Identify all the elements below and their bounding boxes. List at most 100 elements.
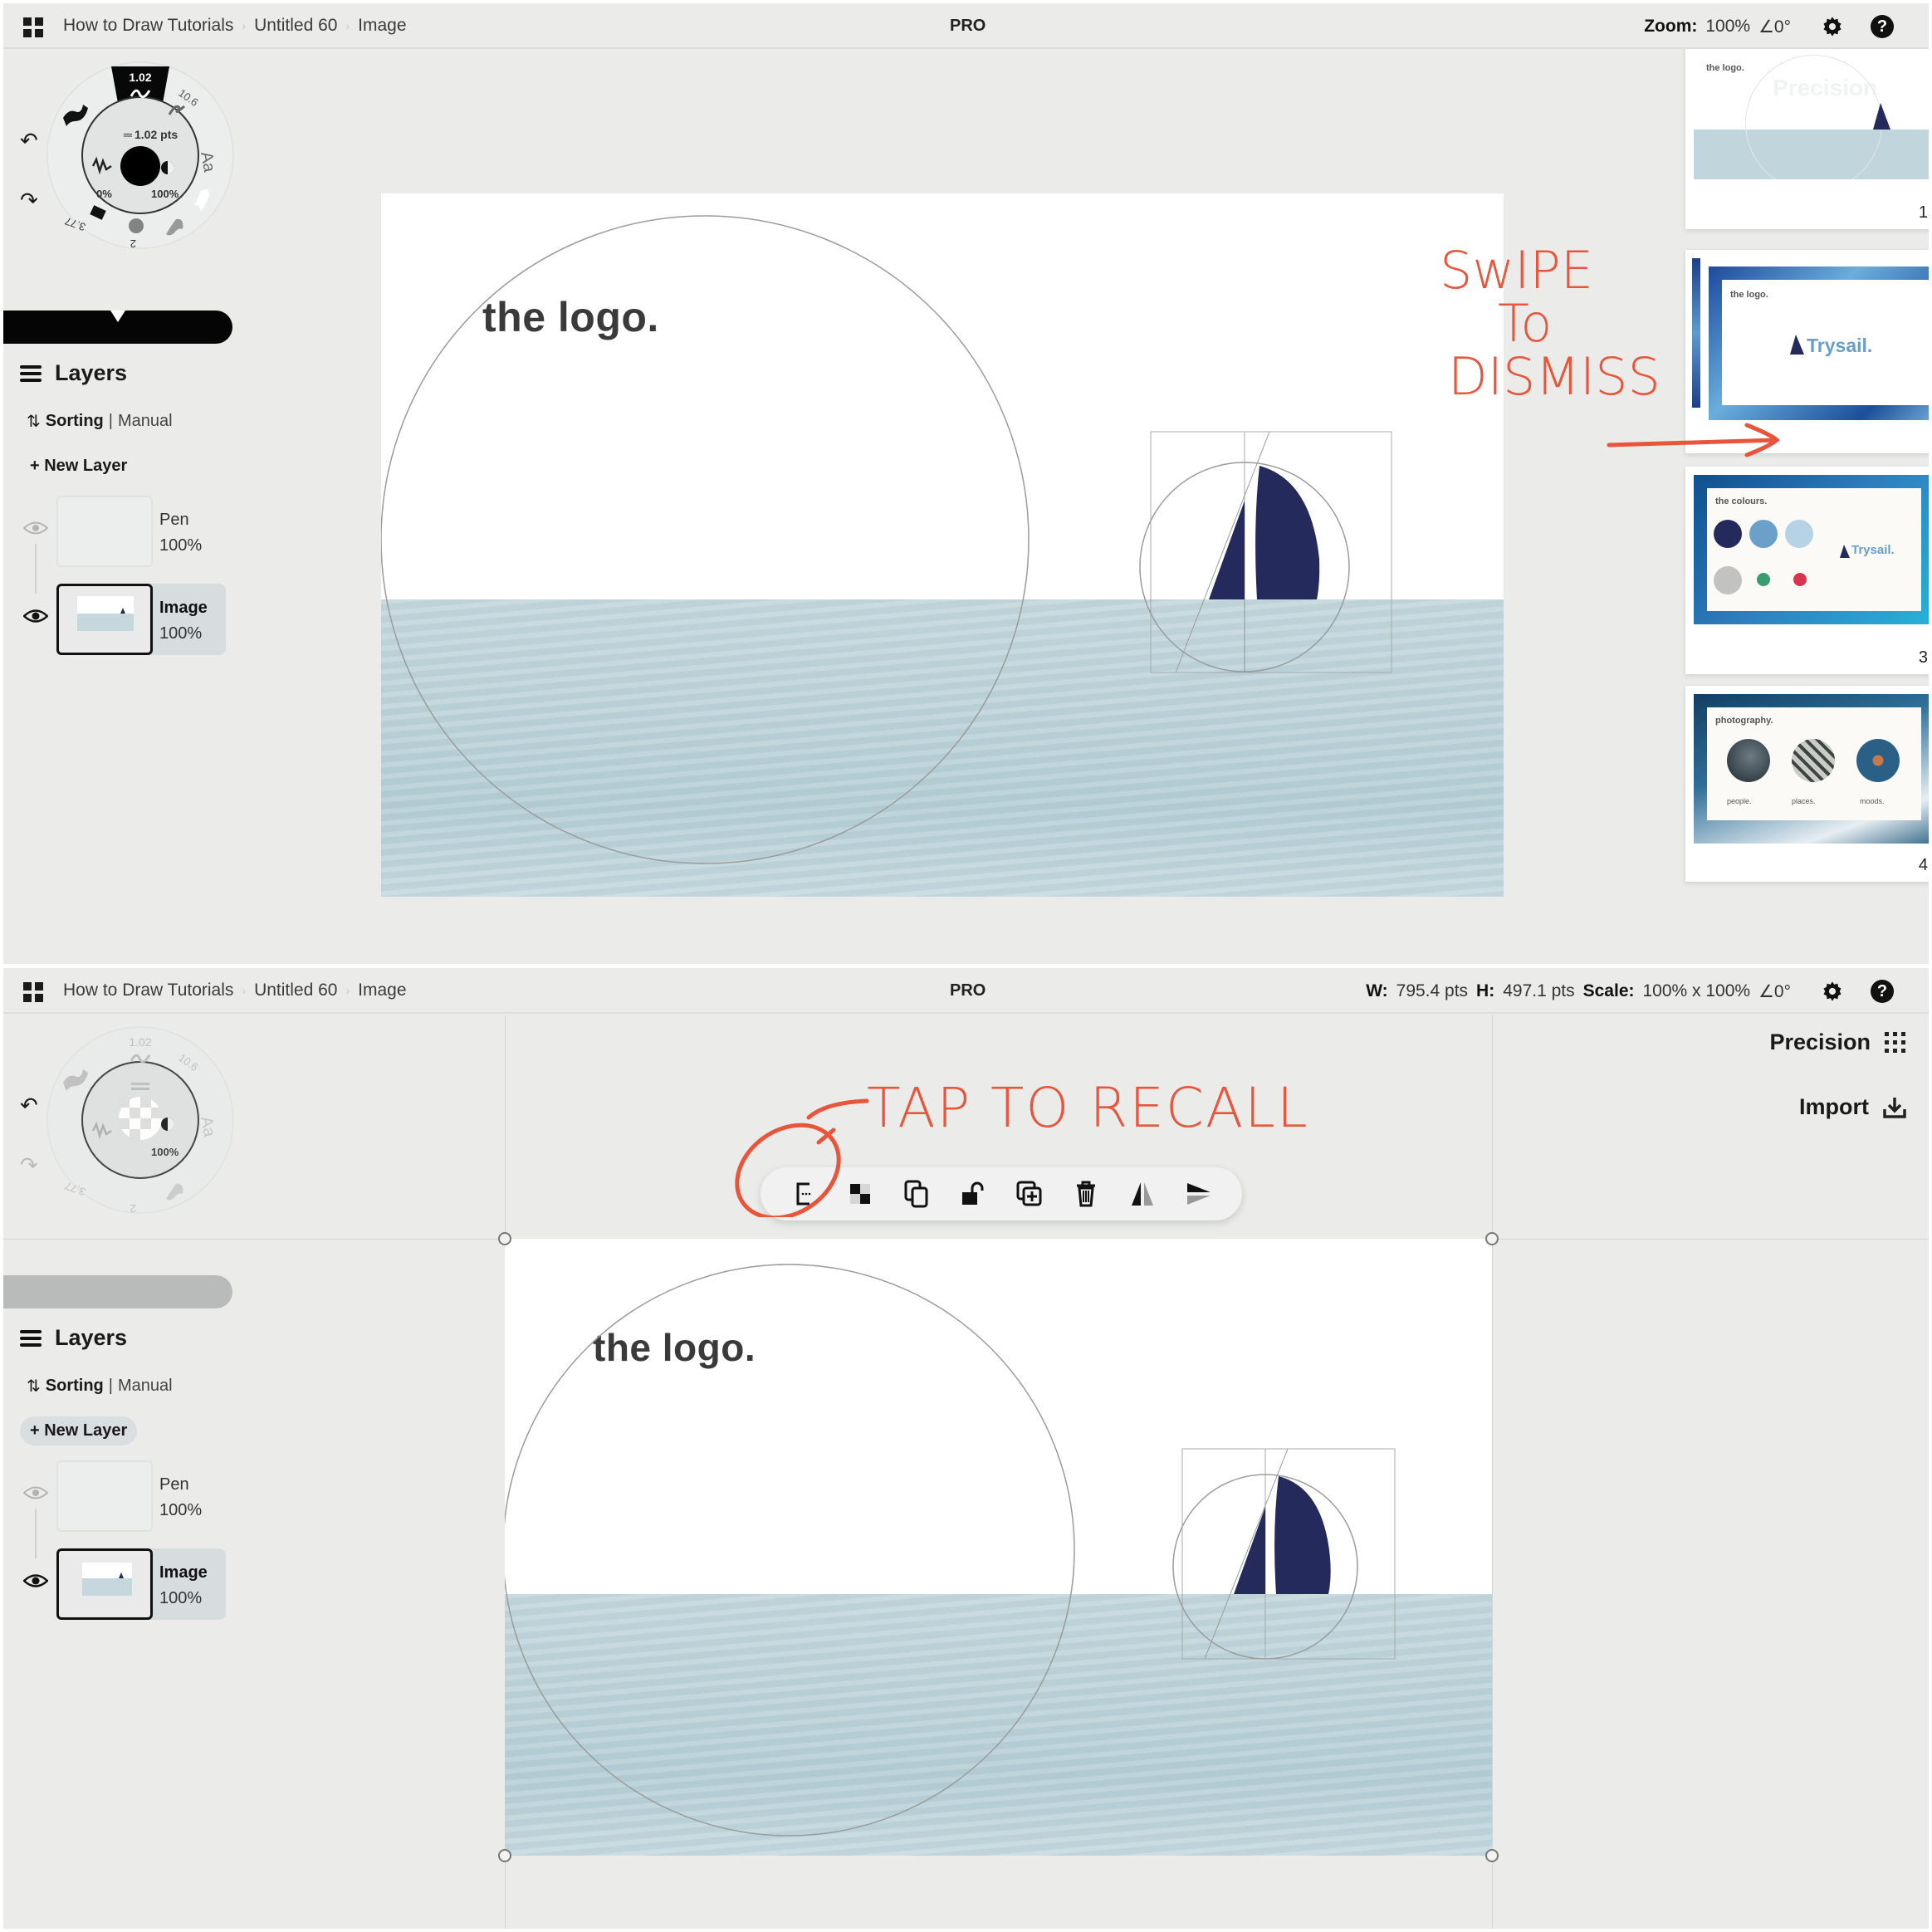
flip-horizontal-button[interactable] (1126, 1177, 1159, 1211)
visibility-eye-icon[interactable] (23, 1485, 48, 1500)
zoom-label: Zoom: (1644, 17, 1698, 36)
layers-header[interactable]: Layers (20, 1325, 236, 1351)
layer-thumbnail[interactable] (56, 584, 153, 655)
drawing-canvas[interactable]: the logo. (381, 193, 1504, 897)
layer-name: Image (159, 599, 208, 617)
layers-header[interactable]: Layers (20, 360, 236, 386)
breadcrumb-separator: › (242, 984, 247, 997)
gear-icon[interactable] (1821, 980, 1844, 1003)
transform-handle-top-left[interactable] (498, 1232, 511, 1245)
guide-circle-large (505, 1264, 1075, 1837)
page-thumbnail-1[interactable]: the logo. Precision 1 (1685, 30, 1929, 229)
layer-thumbnail[interactable] (56, 1460, 153, 1532)
layer-opacity: 100% (159, 536, 203, 555)
scale-value[interactable]: 100% x 100% (1643, 981, 1751, 1001)
layer-item-image[interactable]: Image 100% (20, 1548, 236, 1628)
top-bar: How to Draw Tutorials › Untitled 60 › Im… (3, 968, 1929, 1014)
layer-item-image[interactable]: Image 100% (20, 584, 236, 663)
breadcrumb-gallery[interactable]: How to Draw Tutorials (63, 16, 233, 36)
top-bar: How to Draw Tutorials › Untitled 60 › Im… (3, 3, 1929, 49)
brush-wheel-collapse-bar[interactable] (3, 1275, 232, 1308)
swatch (1757, 573, 1770, 586)
height-value[interactable]: 497.1 pts (1503, 981, 1574, 1001)
annotation-arrow-icon (1607, 423, 1780, 457)
swatch (1793, 573, 1807, 586)
swatch (1785, 520, 1813, 548)
brush-wheel-graphic: 1.02 10.6 Aa 100% 2 3.77 (46, 1026, 234, 1215)
breadcrumb-separator: › (242, 19, 247, 32)
apps-grid-icon[interactable] (23, 982, 43, 1002)
svg-text:0%: 0% (96, 188, 112, 200)
drawing-canvas[interactable]: the logo. (505, 1239, 1492, 1856)
breadcrumb-layer[interactable]: Image (358, 16, 406, 36)
transform-handle-top-right[interactable] (1485, 1232, 1499, 1245)
undo-icon[interactable]: ↶ (20, 128, 38, 154)
annotation-tap-to-recall: TAP TO RECALL (867, 1076, 1309, 1140)
sorting-control[interactable]: ⇅ Sorting | Manual (27, 1376, 236, 1396)
duplicate-button[interactable] (900, 1177, 933, 1211)
visibility-eye-icon[interactable] (23, 609, 48, 624)
sail-icon (1873, 103, 1890, 130)
layers-title: Layers (55, 1325, 128, 1350)
breadcrumb-layer[interactable]: Image (358, 981, 406, 1000)
angle-value[interactable]: ∠0° (1758, 981, 1791, 1002)
pro-badge[interactable]: PRO (950, 17, 986, 36)
flip-vertical-button[interactable] (1182, 1177, 1215, 1211)
lock-button[interactable] (956, 1177, 990, 1211)
brush-wheel[interactable]: 1.02 10.6 ═ 1.02 pts Aa 0% 100% 2 3.77 (45, 60, 236, 251)
brush-wheel[interactable]: 1.02 10.6 Aa 100% 2 3.77 (45, 1025, 236, 1215)
sort-arrows-icon: ⇅ (27, 1377, 41, 1396)
logo-guides (505, 1264, 1396, 1837)
visibility-eye-icon[interactable] (23, 1573, 48, 1588)
breadcrumb-drawing[interactable]: Untitled 60 (254, 16, 337, 36)
pro-badge[interactable]: PRO (950, 981, 986, 1000)
brand-name: Trysail. (1807, 335, 1873, 356)
sorting-control[interactable]: ⇅ Sorting | Manual (27, 411, 236, 432)
layer-thumbnail[interactable] (56, 496, 153, 567)
layer-opacity: 100% (159, 624, 203, 643)
annotation-circle-icon (735, 1098, 869, 1217)
layer-name: Pen (159, 1475, 189, 1494)
swatch (1714, 566, 1742, 594)
help-icon[interactable]: ? (1871, 15, 1894, 38)
svg-text:Aa: Aa (197, 150, 218, 174)
layer-thumbnail[interactable] (56, 1548, 153, 1620)
angle-value: ∠0° (1758, 17, 1791, 37)
precision-button[interactable]: Precision (1769, 1030, 1907, 1055)
page-thumbnail-4[interactable]: photography. people. places. moods. 4 (1685, 686, 1929, 882)
svg-text:1.02 pts: 1.02 pts (135, 128, 178, 141)
gear-icon[interactable] (1821, 15, 1844, 38)
page-number: 1 (1918, 203, 1928, 222)
layer-item-pen[interactable]: Pen 100% (20, 496, 236, 575)
breadcrumb-gallery[interactable]: How to Draw Tutorials (63, 981, 233, 1000)
delete-button[interactable] (1069, 1177, 1103, 1211)
precision-label: Precision (1769, 1030, 1871, 1054)
help-icon[interactable]: ? (1871, 980, 1894, 1003)
sorting-value: Manual (117, 1377, 173, 1395)
layer-opacity: 100% (159, 1589, 203, 1607)
swatch (1714, 520, 1742, 548)
height-label: H: (1476, 981, 1495, 1000)
redo-icon[interactable]: ↷ (20, 1152, 38, 1178)
redo-icon[interactable]: ↷ (20, 188, 38, 213)
import-button[interactable]: Import (1799, 1094, 1907, 1120)
brush-wheel-collapse-bar[interactable] (3, 311, 232, 344)
top-screenshot-panel: How to Draw Tutorials › Untitled 60 › Im… (3, 3, 1929, 964)
layer-item-pen[interactable]: Pen 100% (20, 1460, 236, 1540)
svg-text:1.02: 1.02 (129, 1035, 151, 1049)
apps-grid-icon[interactable] (23, 17, 43, 37)
transform-handle-bottom-right[interactable] (1485, 1849, 1499, 1862)
import-download-icon (1883, 1097, 1906, 1118)
transform-handle-bottom-left[interactable] (498, 1849, 511, 1862)
layers-title: Layers (55, 360, 128, 385)
new-layer-button[interactable]: + New Layer (20, 1416, 138, 1445)
visibility-eye-icon[interactable] (23, 521, 48, 536)
width-value[interactable]: 795.4 pts (1396, 981, 1468, 1001)
layers-panel: Layers ⇅ Sorting | Manual + New Layer Pe… (20, 360, 236, 663)
undo-icon[interactable]: ↶ (20, 1093, 38, 1118)
page-thumbnail-3[interactable]: the colours. Trysail. 3 (1685, 467, 1929, 674)
sorting-label: Sorting (45, 1377, 104, 1395)
new-layer-button[interactable]: + New Layer (20, 452, 137, 481)
breadcrumb-drawing[interactable]: Untitled 60 (254, 981, 337, 1000)
add-copy-button[interactable] (1013, 1177, 1046, 1211)
